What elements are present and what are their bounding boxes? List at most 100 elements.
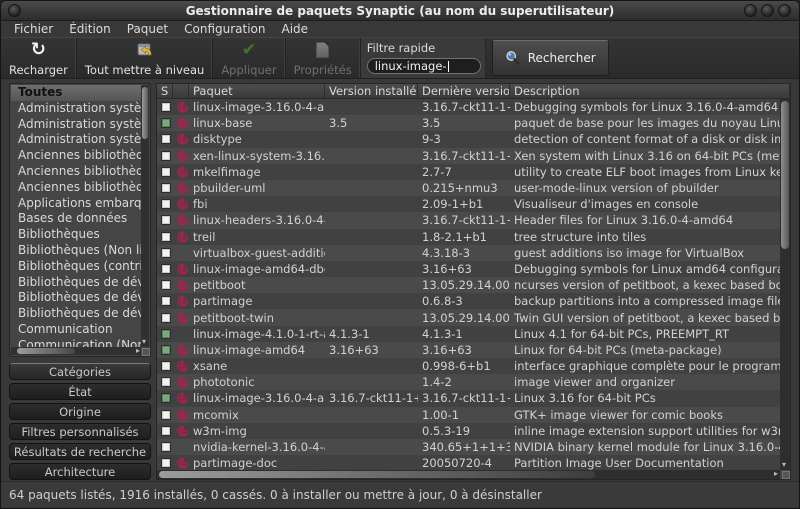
category-item[interactable]: Bases de données (11, 211, 141, 227)
category-item[interactable]: Anciennes bibliothèques (11, 148, 141, 164)
sidebar-button-categories[interactable]: Catégories (9, 363, 151, 380)
package-checkbox[interactable] (161, 199, 171, 210)
package-checkbox[interactable] (161, 344, 171, 355)
scroll-down-icon[interactable]: ▾ (782, 461, 786, 469)
properties-button[interactable]: Propriétés (286, 38, 361, 78)
category-item[interactable]: Administration système (No (11, 117, 141, 133)
category-item[interactable]: Anciennes bibliothèques (cc (11, 180, 141, 196)
package-checkbox[interactable] (161, 118, 171, 129)
menu-item-2[interactable]: Paquet (120, 21, 175, 37)
table-row[interactable]: treil 1.8-2.1+b1 tree structure into tiles (157, 228, 780, 245)
table-row[interactable]: linux-image-amd64-dbg 3.16+63 Debugging sy… (157, 260, 780, 278)
table-row[interactable]: xen-linux-system-3.16.0-4-am 3.16.7-ckt11… (157, 147, 780, 164)
table-row[interactable]: disktype 9-3 detection of content format o… (157, 131, 780, 148)
package-checkbox[interactable] (161, 280, 171, 291)
table-row[interactable]: nvidia-kernel-3.16.0-4-amd64 340.65+1+1+3… (157, 438, 780, 456)
package-checkbox[interactable] (161, 442, 171, 453)
scrollbar-thumb[interactable] (159, 471, 596, 478)
table-row[interactable]: linux-image-amd64 3.16+63 3.16+63 Linux for… (157, 341, 780, 358)
package-checkbox[interactable] (161, 183, 171, 194)
scroll-down-icon[interactable]: ▾ (142, 338, 146, 346)
maximize-button[interactable] (761, 4, 774, 17)
package-checkbox[interactable] (161, 150, 171, 161)
close-button[interactable] (778, 4, 791, 17)
category-item[interactable]: Administration système (11, 101, 141, 117)
table-row[interactable]: pbuilder-uml 0.215+nmu3 user-mode-linux ve… (157, 179, 780, 197)
column-header-Version installée[interactable]: Version installée (325, 84, 418, 98)
package-checkbox[interactable] (161, 102, 171, 113)
column-header-Dernière version[interactable]: Dernière version (418, 84, 510, 98)
package-checkbox[interactable] (161, 231, 171, 242)
category-item[interactable]: Toutes (11, 85, 141, 101)
package-checkbox[interactable] (161, 458, 171, 469)
search-button[interactable]: Rechercher (491, 40, 609, 76)
table-row[interactable]: virtualbox-guest-additions-iso 4.3.18-3 gu… (157, 244, 780, 261)
category-item[interactable]: Administration système (co (11, 132, 141, 148)
sidebar-button-etat[interactable]: État (9, 383, 151, 400)
table-row[interactable]: fbi 2.09-1+b1 Visualiseur d'images en cons… (157, 196, 780, 213)
scrollbar-thumb[interactable] (142, 87, 148, 139)
table-row[interactable]: linux-image-3.16.0-4-amd64-d 3.16.7-ckt11… (157, 99, 780, 116)
column-header-Description[interactable]: Description (510, 84, 790, 98)
package-checkbox[interactable] (161, 247, 171, 258)
category-vertical-scrollbar[interactable]: ▾ (141, 85, 149, 347)
table-row[interactable]: linux-headers-3.16.0-4-amd64 3.16.7-ckt11… (157, 212, 780, 229)
package-checkbox[interactable] (161, 296, 171, 307)
sidebar-button-architecture[interactable]: Architecture (9, 463, 151, 480)
package-checkbox[interactable] (161, 393, 171, 404)
menu-item-0[interactable]: Fichier (7, 21, 60, 37)
table-row[interactable]: mkelfimage 2.7-7 utility to create ELF boo… (157, 163, 780, 180)
column-header-icon[interactable] (173, 84, 189, 98)
titlebar[interactable]: Gestionnaire de paquets Synaptic (au nom… (1, 1, 799, 21)
menu-item-1[interactable]: Édition (62, 21, 118, 37)
category-item[interactable]: Bibliothèques (contrib) (11, 259, 141, 275)
table-row[interactable]: partimage-doc 20050720-4 Partition Image U… (157, 455, 780, 470)
column-header-S[interactable]: S (157, 84, 173, 98)
table-row[interactable]: phototonic 1.4-2 image viewer and organize… (157, 374, 780, 391)
sidebar-button-resultats-de-recherche[interactable]: Résultats de recherche (9, 443, 151, 460)
scroll-right-icon[interactable]: ▸ (136, 347, 140, 355)
table-row[interactable]: w3m-img 0.5.3-19 inline image extension su… (157, 422, 780, 439)
minimize-button[interactable] (744, 4, 757, 17)
category-item[interactable]: Communication (11, 322, 141, 338)
category-item[interactable]: Bibliothèques de développe (11, 275, 141, 291)
table-row[interactable]: linux-image-4.1.0-1-rt-amd64 4.1.3-1 4.1.3… (157, 325, 780, 342)
category-item[interactable]: Bibliothèques (11, 227, 141, 243)
package-checkbox[interactable] (161, 409, 171, 420)
apply-button[interactable]: ✔ Appliquer (213, 38, 286, 78)
category-item[interactable]: Applications embarquées (11, 196, 141, 212)
quick-filter-input[interactable]: linux-image- (366, 58, 481, 74)
upgrade-all-button[interactable]: Tout mettre à niveau (77, 38, 214, 78)
package-checkbox[interactable] (161, 328, 171, 339)
category-item[interactable]: Bibliothèques de développe (11, 306, 141, 322)
window-menu-button[interactable] (8, 4, 21, 17)
package-checkbox[interactable] (161, 312, 171, 323)
table-row[interactable]: xsane 0.998-6+b1 interface graphique compl… (157, 358, 780, 375)
package-checkbox[interactable] (161, 134, 171, 145)
package-checkbox[interactable] (161, 215, 171, 226)
category-item[interactable]: Communication (Non libre) (11, 338, 141, 347)
table-vertical-scrollbar[interactable]: ▾ (780, 99, 790, 470)
sidebar-button-origine[interactable]: Origine (9, 403, 151, 420)
sidebar-button-filtres-personnalises[interactable]: Filtres personnalisés (9, 423, 151, 440)
category-item[interactable]: Bibliothèques de développe (11, 290, 141, 306)
scrollbar-thumb[interactable] (17, 348, 75, 354)
table-row[interactable]: linux-image-3.16.0-4-amd64 3.16.7-ckt11-1… (157, 390, 780, 407)
package-checkbox[interactable] (161, 361, 171, 372)
package-checkbox[interactable] (161, 166, 171, 177)
category-item[interactable]: Anciennes bibliothèques (N (11, 164, 141, 180)
menu-item-4[interactable]: Aide (275, 21, 316, 37)
scroll-right-icon[interactable]: ▸ (774, 470, 778, 478)
package-checkbox[interactable] (161, 377, 171, 388)
table-row[interactable]: linux-base 3.5 3.5 paquet de base pour les … (157, 115, 780, 132)
table-row[interactable]: mcomix 1.00-1 GTK+ image viewer for comic … (157, 406, 780, 423)
category-horizontal-scrollbar[interactable]: ▸ (11, 347, 141, 355)
scrollbar-thumb[interactable] (781, 101, 789, 249)
table-row[interactable]: partimage 0.6.8-3 backup partitions into a… (157, 293, 780, 310)
reload-button[interactable]: ↻ Recharger (1, 38, 77, 78)
table-horizontal-scrollbar[interactable]: ▸ (157, 470, 780, 479)
table-row[interactable]: petitboot-twin 13.05.29.14.00-g4 Twin GUI … (157, 309, 780, 326)
package-checkbox[interactable] (161, 425, 171, 436)
menu-item-3[interactable]: Configuration (177, 21, 272, 37)
package-checkbox[interactable] (161, 263, 171, 274)
